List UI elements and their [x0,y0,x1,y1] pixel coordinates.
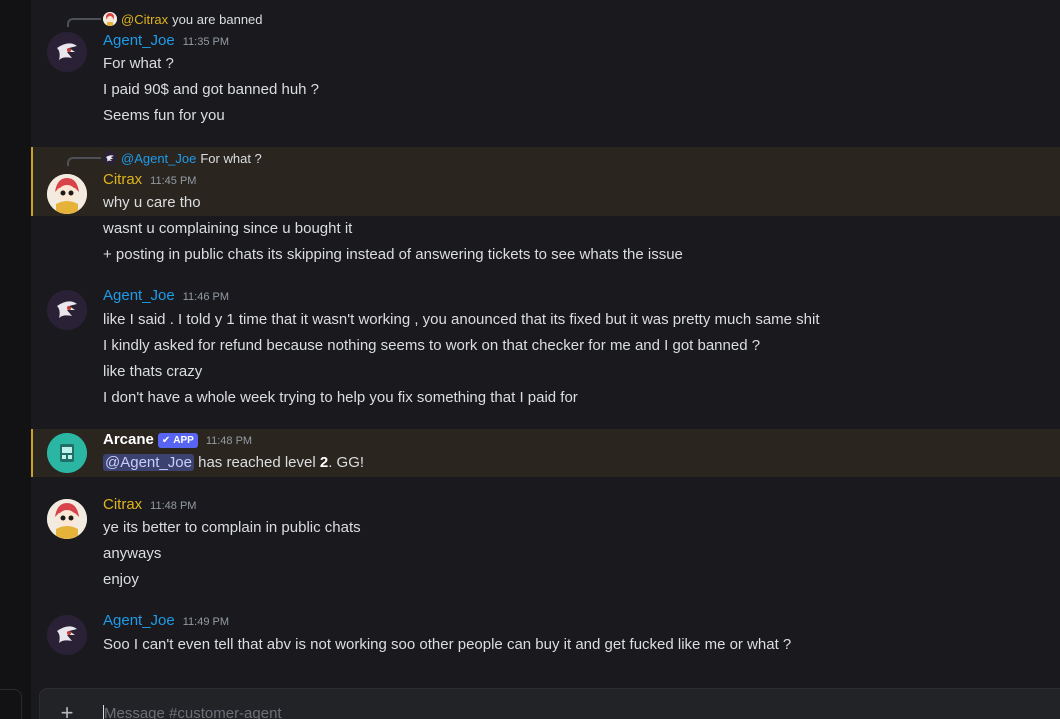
message-text: @Agent_Joe has reached level 2. GG! [103,452,364,474]
app-badge-label: APP [173,435,194,446]
avatar[interactable] [47,615,87,655]
avatar[interactable] [47,499,87,539]
message-header: Agent_Joe 11:46 PM [103,287,229,309]
reply-text: For what ? [200,150,262,166]
username[interactable]: Agent_Joe [103,32,175,49]
message-text: Soo I can't even tell that abv is not wo… [103,636,792,653]
message-text: I paid 90$ and got banned huh ? [103,81,320,98]
message-text: why u care tho [103,194,201,211]
reply-author[interactable]: @Citrax [121,12,168,27]
message-group: Agent_Joe 11:49 PM Soo I can't even tell… [31,612,1060,662]
timestamp[interactable]: 11:46 PM [183,291,229,303]
message-composer: + [39,688,1060,719]
verified-check-icon: ✔ [161,435,171,446]
message-text: Seems fun for you [103,107,225,124]
reply-connector [67,157,101,166]
username[interactable]: Citrax [103,171,142,188]
message-text: like I said . I told y 1 time that it wa… [103,311,820,328]
reply-preview[interactable]: @Citrax you are banned [103,10,263,28]
username[interactable]: Citrax [103,496,142,513]
username[interactable]: Agent_Joe [103,287,175,304]
timestamp[interactable]: 11:48 PM [150,500,196,512]
timestamp[interactable]: 11:48 PM [206,435,252,447]
message-text: enjoy [103,571,139,588]
username[interactable]: Arcane [103,431,154,448]
message-header: Arcane ✔ APP 11:48 PM [103,431,252,453]
message-group: @Citrax you are banned Agent_Joe 11:35 P… [31,8,1060,134]
message-group: Arcane ✔ APP 11:48 PM @Agent_Joe has reac… [31,429,1060,477]
server-sidebar-edge [0,0,31,719]
reply-text: you are banned [172,11,263,27]
message-header: Agent_Joe 11:49 PM [103,612,229,634]
reply-author[interactable]: @Agent_Joe [121,151,196,166]
add-attachment-icon[interactable]: + [57,702,77,719]
username[interactable]: Agent_Joe [103,612,175,629]
level-text-end: . GG! [328,454,365,471]
level-text: has reached level [193,454,320,471]
message-text: I kindly asked for refund because nothin… [103,337,761,354]
message-group: Agent_Joe 11:46 PM like I said . I told … [31,287,1060,411]
message-text: I don't have a whole week trying to help… [103,389,578,406]
message-text: For what ? [103,55,174,72]
timestamp[interactable]: 11:49 PM [183,616,229,628]
avatar[interactable] [47,174,87,214]
reply-avatar [103,12,117,26]
timestamp[interactable]: 11:35 PM [183,36,229,48]
message-header: Agent_Joe 11:35 PM [103,32,229,54]
message-text: like thats crazy [103,363,203,380]
user-mention[interactable]: @Agent_Joe [103,454,194,471]
avatar[interactable] [47,32,87,72]
level-number: 2 [319,454,329,471]
reply-avatar [103,151,117,165]
message-list[interactable]: @Citrax you are banned Agent_Joe 11:35 P… [31,0,1060,719]
message-group: Citrax 11:48 PM ye its better to complai… [31,496,1060,594]
app-badge: ✔ APP [157,433,198,448]
message-header: Citrax 11:45 PM [103,171,196,193]
message-text: anyways [103,545,162,562]
message-text: ye its better to complain in public chat… [103,519,361,536]
message-text: wasnt u complaining since u bought it [103,220,353,237]
user-panel-corner [0,689,22,719]
message-group: @Agent_Joe For what ? Citrax 11:45 PM wh… [31,147,1060,269]
message-text: + posting in public chats its skipping i… [103,246,683,263]
message-header: Citrax 11:48 PM [103,496,196,518]
timestamp[interactable]: 11:45 PM [150,175,196,187]
avatar[interactable] [47,290,87,330]
reply-connector [67,18,101,27]
avatar[interactable] [47,433,87,473]
message-input[interactable] [104,701,1004,719]
reply-preview[interactable]: @Agent_Joe For what ? [103,149,262,167]
